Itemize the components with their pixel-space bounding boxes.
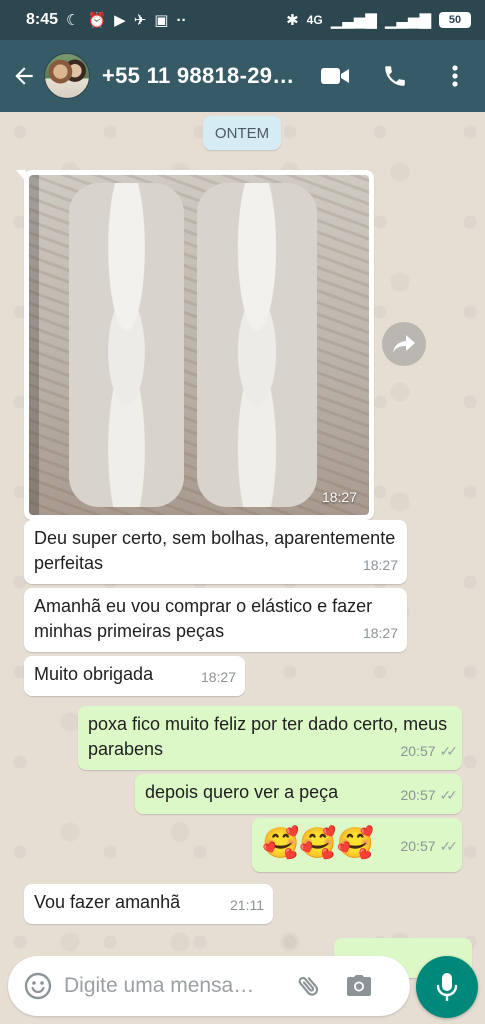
double-check-icon: ✓✓ [439, 787, 459, 803]
forward-icon [393, 335, 415, 353]
microphone-icon [436, 973, 458, 1001]
image-timestamp: 18:27 [321, 489, 357, 505]
message-input[interactable] [64, 974, 284, 998]
message-text: depois quero ver a peça [145, 782, 339, 802]
arrow-left-icon [15, 67, 33, 85]
camera-icon [347, 975, 371, 996]
message-bubble[interactable]: 🥰🥰🥰 20:57 ✓✓ [252, 818, 462, 872]
phone-icon [385, 66, 405, 86]
status-bar: 8:45 ☾ ⏰ ▶ ✈ ▣ ·· ✱ 4G ▁▃▅▇ ▁▃▅▇ 50 [0, 0, 485, 40]
message-text: Vou fazer amanhã [34, 892, 181, 912]
message-time: 20:57 [400, 787, 436, 803]
message-time: 21:11 [230, 897, 264, 913]
message-bubble[interactable]: Vou fazer amanhã 21:11 [24, 884, 273, 924]
message-bubble[interactable]: Muito obrigada 18:27 [24, 656, 245, 696]
message-text: poxa fico muito feliz por ter dado certo… [88, 714, 448, 759]
video-call-button[interactable] [305, 52, 365, 100]
chat-photo[interactable]: 18:27 [29, 175, 369, 515]
bluetooth-icon: ✱ [286, 11, 299, 29]
double-check-icon: ✓✓ [439, 743, 459, 759]
message-time: 18:27 [200, 669, 236, 685]
video-camera-icon [321, 68, 349, 84]
message-time: 20:57 [400, 838, 436, 854]
attach-button[interactable] [284, 961, 334, 1011]
network-type: 4G [306, 13, 323, 27]
double-check-icon: ✓✓ [439, 838, 459, 854]
message-text: Amanhã eu vou comprar o elástico e fazer… [34, 596, 373, 641]
youtube-icon: ▶ [114, 11, 126, 29]
message-time: 18:27 [362, 557, 398, 573]
emoji-message: 🥰🥰🥰 [262, 827, 375, 860]
photo-mold-right [197, 183, 317, 507]
paperclip-icon [298, 976, 319, 996]
app-icon: ▣ [154, 11, 169, 29]
signal-icon-2: ▁▃▅▇ [384, 11, 431, 29]
message-composer [8, 956, 410, 1016]
message-bubble[interactable]: poxa fico muito feliz por ter dado certo… [78, 706, 462, 770]
message-time: 18:27 [362, 625, 398, 641]
message-bubble[interactable]: Amanhã eu vou comprar o elástico e fazer… [24, 588, 407, 652]
signal-icon: ▁▃▅▇ [330, 11, 377, 29]
battery-indicator: 50 [439, 12, 471, 28]
date-separator: ONTEM [203, 116, 281, 150]
chat-area[interactable]: ONTEM 18:27 Deu super certo, sem bolhas,… [0, 112, 485, 1024]
alarm-icon: ⏰ [87, 11, 107, 29]
photo-mold-left [69, 183, 184, 507]
avatar[interactable] [44, 53, 90, 99]
status-time: 8:45 [26, 11, 59, 28]
moon-icon: ☾ [66, 11, 80, 29]
contact-name[interactable]: +55 11 98818-29… [102, 63, 295, 89]
more-options-button[interactable] [425, 52, 485, 100]
more-vertical-icon [452, 65, 458, 87]
message-bubble[interactable]: depois quero ver a peça 20:57 ✓✓ [135, 774, 462, 814]
emoji-icon [24, 972, 52, 1000]
emoji-button[interactable] [12, 960, 64, 1012]
telegram-icon: ✈ [133, 11, 147, 29]
voice-call-button[interactable] [365, 52, 425, 100]
voice-record-button[interactable] [416, 956, 478, 1018]
image-message[interactable]: 18:27 [16, 170, 374, 520]
message-text: Deu super certo, sem bolhas, aparentemen… [34, 528, 396, 573]
chat-header: +55 11 98818-29… [0, 40, 485, 112]
message-bubble[interactable]: Deu super certo, sem bolhas, aparentemen… [24, 520, 407, 584]
more-notifications-icon: ·· [176, 11, 187, 29]
camera-button[interactable] [334, 961, 384, 1011]
message-text: Muito obrigada [34, 664, 154, 684]
forward-button[interactable] [382, 322, 426, 366]
back-button[interactable] [4, 56, 44, 96]
message-time: 20:57 [400, 743, 436, 759]
